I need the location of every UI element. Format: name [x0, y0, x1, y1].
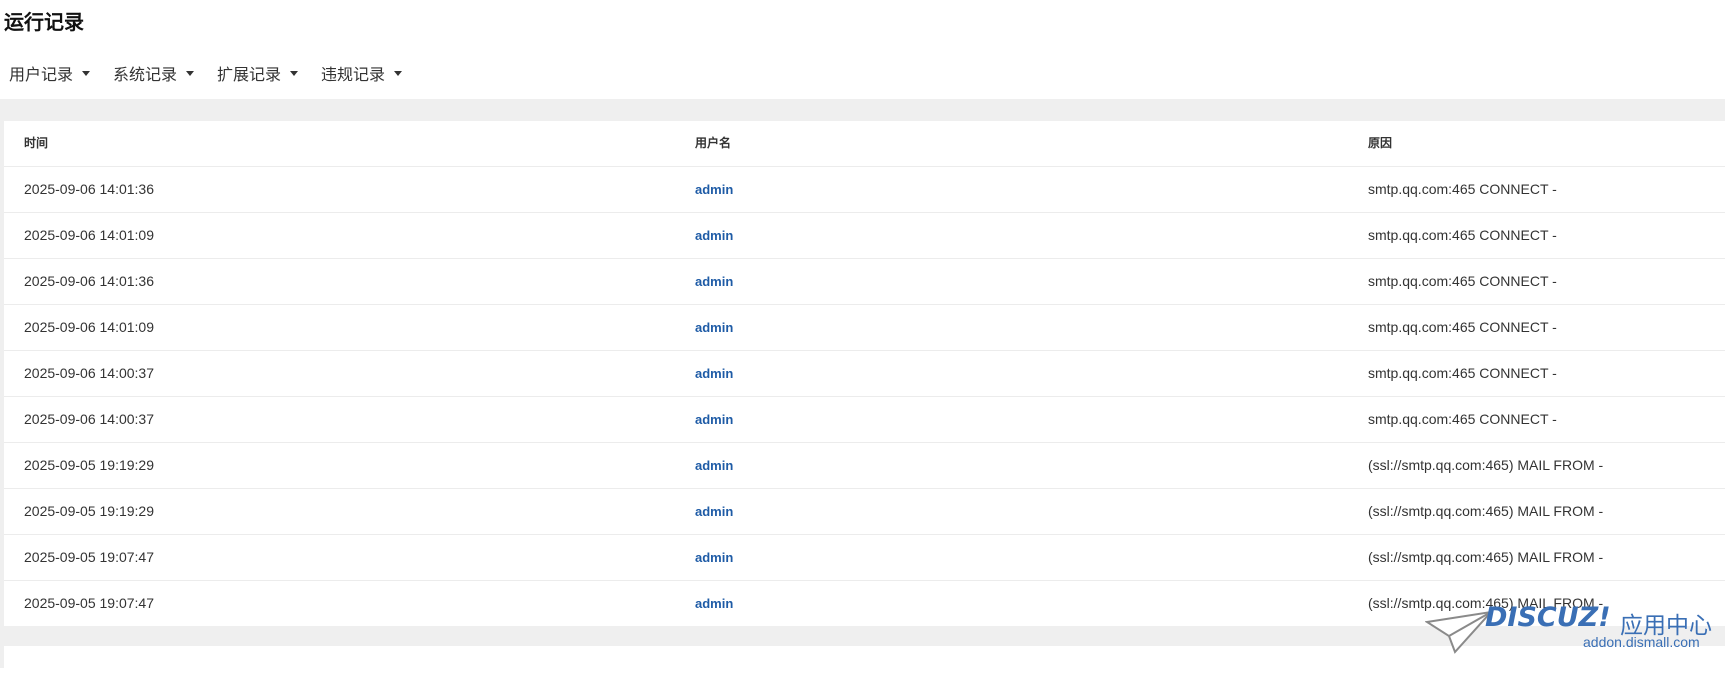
time-cell: 2025-09-05 19:19:29 — [24, 457, 154, 473]
caret-down-icon — [290, 71, 299, 76]
table-row: 2025-09-06 14:00:37 admin smtp.qq.com:46… — [4, 351, 1725, 397]
time-cell: 2025-09-06 14:01:36 — [24, 181, 154, 197]
menu-label: 违规记录 — [321, 67, 386, 84]
log-table: 时间 用户名 原因 2025-09-06 14:01:36 admin smtp… — [4, 121, 1725, 626]
menu-label: 扩展记录 — [217, 67, 282, 84]
reason-cell: (ssl://smtp.qq.com:465) MAIL FROM - — [1368, 549, 1604, 565]
table-row: 2025-09-06 14:01:36 admin smtp.qq.com:46… — [4, 167, 1725, 213]
username-link[interactable]: admin — [695, 596, 733, 611]
time-cell: 2025-09-06 14:00:37 — [24, 411, 154, 427]
reason-cell: smtp.qq.com:465 CONNECT - — [1368, 319, 1557, 335]
reason-cell: smtp.qq.com:465 CONNECT - — [1368, 227, 1557, 243]
time-cell: 2025-09-06 14:01:09 — [24, 227, 154, 243]
menu-bar: 用户记录 系统记录 扩展记录 违规记录 — [9, 61, 425, 85]
watermark-brand: DISCUZ! — [1485, 602, 1611, 633]
reason-cell: (ssl://smtp.qq.com:465) MAIL FROM - — [1368, 503, 1604, 519]
username-link[interactable]: admin — [695, 182, 733, 197]
reason-cell: smtp.qq.com:465 CONNECT - — [1368, 273, 1557, 289]
table-row: 2025-09-06 14:00:37 admin smtp.qq.com:46… — [4, 397, 1725, 443]
table-row: 2025-09-06 14:01:36 admin smtp.qq.com:46… — [4, 259, 1725, 305]
menu-extension-records[interactable]: 扩展记录 — [217, 61, 299, 85]
reason-cell: smtp.qq.com:465 CONNECT - — [1368, 181, 1557, 197]
menu-violation-records[interactable]: 违规记录 — [321, 61, 403, 85]
watermark-logo: DISCUZ! 应用中心 addon.dismall.com — [1425, 600, 1715, 660]
table-row: 2025-09-06 14:01:09 admin smtp.qq.com:46… — [4, 305, 1725, 351]
reason-cell: smtp.qq.com:465 CONNECT - — [1368, 365, 1557, 381]
table-row: 2025-09-06 14:01:09 admin smtp.qq.com:46… — [4, 213, 1725, 259]
time-cell: 2025-09-06 14:00:37 — [24, 365, 154, 381]
time-cell: 2025-09-05 19:07:47 — [24, 595, 154, 611]
table-header-row: 时间 用户名 原因 — [4, 121, 1725, 167]
username-link[interactable]: admin — [695, 504, 733, 519]
menu-user-records[interactable]: 用户记录 — [9, 61, 91, 85]
table-row: 2025-09-05 19:07:47 admin (ssl://smtp.qq… — [4, 535, 1725, 581]
username-link[interactable]: admin — [695, 412, 733, 427]
username-link[interactable]: admin — [695, 458, 733, 473]
menu-label: 系统记录 — [113, 67, 178, 84]
menu-label: 用户记录 — [9, 67, 74, 84]
column-header-username: 用户名 — [695, 136, 732, 150]
time-cell: 2025-09-06 14:01:09 — [24, 319, 154, 335]
time-cell: 2025-09-06 14:01:36 — [24, 273, 154, 289]
table-row: 2025-09-05 19:19:29 admin (ssl://smtp.qq… — [4, 443, 1725, 489]
watermark-domain: addon.dismall.com — [1583, 634, 1700, 650]
column-header-time: 时间 — [24, 136, 49, 150]
column-header-reason: 原因 — [1368, 136, 1393, 150]
caret-down-icon — [186, 71, 195, 76]
caret-down-icon — [82, 71, 91, 76]
menu-system-records[interactable]: 系统记录 — [113, 61, 195, 85]
username-link[interactable]: admin — [695, 228, 733, 243]
username-link[interactable]: admin — [695, 320, 733, 335]
time-cell: 2025-09-05 19:07:47 — [24, 549, 154, 565]
username-link[interactable]: admin — [695, 366, 733, 381]
page-title: 运行记录 — [4, 12, 84, 34]
table-row: 2025-09-05 19:19:29 admin (ssl://smtp.qq… — [4, 489, 1725, 535]
reason-cell: smtp.qq.com:465 CONNECT - — [1368, 411, 1557, 427]
username-link[interactable]: admin — [695, 550, 733, 565]
time-cell: 2025-09-05 19:19:29 — [24, 503, 154, 519]
caret-down-icon — [394, 71, 403, 76]
reason-cell: (ssl://smtp.qq.com:465) MAIL FROM - — [1368, 457, 1604, 473]
username-link[interactable]: admin — [695, 274, 733, 289]
